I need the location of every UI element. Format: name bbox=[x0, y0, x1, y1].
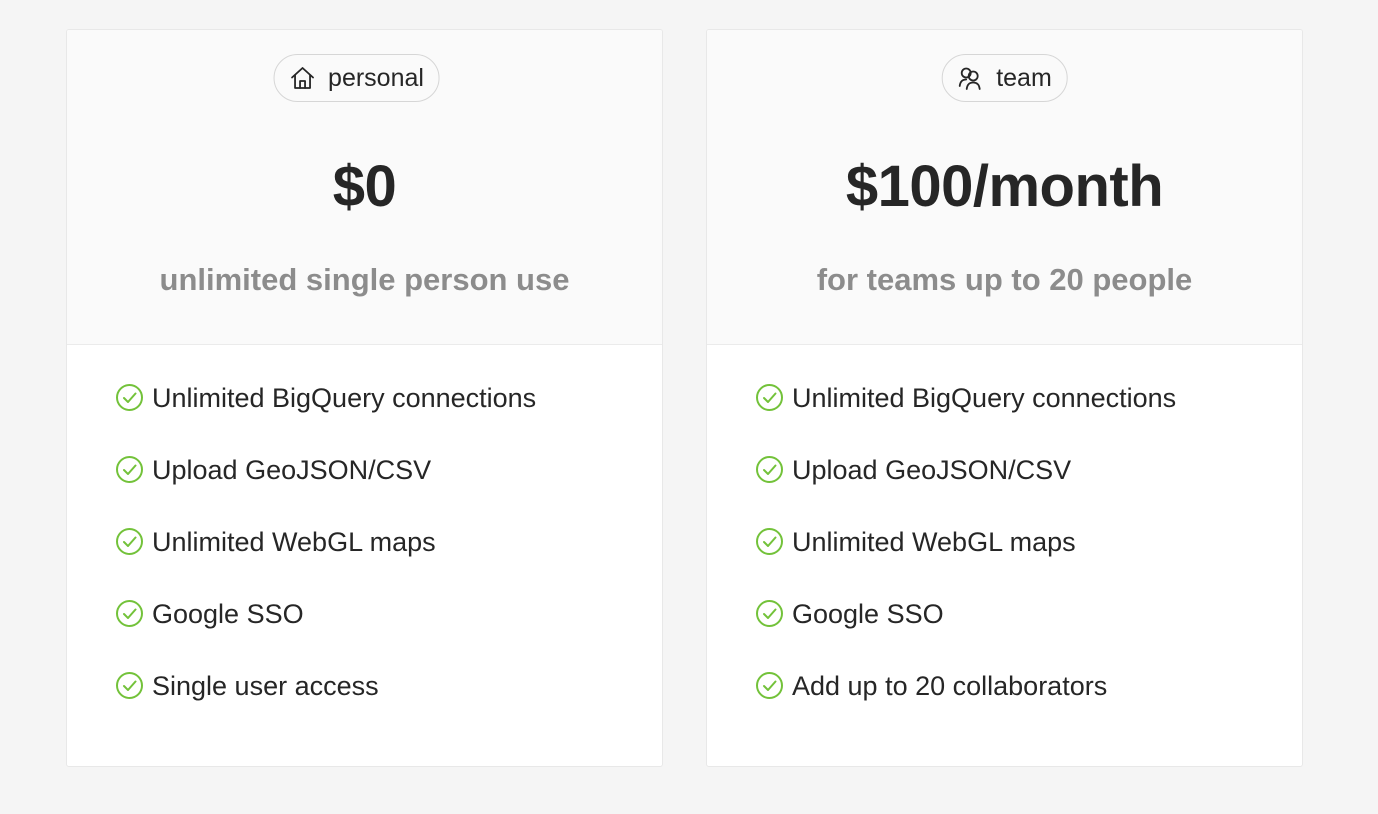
check-circle-icon bbox=[115, 599, 144, 628]
feature-label: Unlimited WebGL maps bbox=[152, 527, 436, 557]
feature-item: Upload GeoJSON/CSV bbox=[115, 451, 642, 523]
plan-tag-label: personal bbox=[328, 63, 424, 92]
feature-label: Unlimited BigQuery connections bbox=[792, 383, 1177, 413]
check-circle-icon bbox=[755, 455, 784, 484]
feature-list: Unlimited BigQuery connections Upload Ge… bbox=[115, 379, 642, 739]
feature-label: Upload GeoJSON/CSV bbox=[152, 455, 432, 485]
check-circle-icon bbox=[755, 383, 784, 412]
plan-tag-personal[interactable]: personal bbox=[273, 54, 440, 102]
feature-item: Add up to 20 collaborators bbox=[755, 667, 1282, 739]
pricing-card-header: personal $0 unlimited single person use bbox=[67, 30, 662, 345]
feature-list: Unlimited BigQuery connections Upload Ge… bbox=[755, 379, 1282, 739]
feature-label: Add up to 20 collaborators bbox=[792, 671, 1108, 701]
check-circle-icon bbox=[755, 671, 784, 700]
home-icon bbox=[288, 64, 316, 92]
feature-label: Unlimited WebGL maps bbox=[792, 527, 1076, 557]
plan-subtitle: for teams up to 20 people bbox=[816, 262, 1193, 297]
check-circle-icon bbox=[115, 383, 144, 412]
feature-item: Google SSO bbox=[115, 595, 642, 667]
feature-item: Google SSO bbox=[755, 595, 1282, 667]
feature-item: Upload GeoJSON/CSV bbox=[755, 451, 1282, 523]
plan-price: $100/month bbox=[845, 154, 1164, 219]
feature-label: Single user access bbox=[152, 671, 379, 701]
pricing-card-personal: personal $0 unlimited single person use … bbox=[66, 29, 663, 767]
feature-label: Upload GeoJSON/CSV bbox=[792, 455, 1072, 485]
plan-subtitle: unlimited single person use bbox=[159, 262, 570, 297]
feature-item: Unlimited BigQuery connections bbox=[755, 379, 1282, 451]
check-circle-icon bbox=[115, 527, 144, 556]
feature-item: Unlimited BigQuery connections bbox=[115, 379, 642, 451]
feature-label: Google SSO bbox=[152, 599, 304, 629]
check-circle-icon bbox=[115, 671, 144, 700]
check-circle-icon bbox=[755, 527, 784, 556]
pricing-card-header: team $100/month for teams up to 20 peopl… bbox=[707, 30, 1302, 345]
feature-item: Unlimited WebGL maps bbox=[115, 523, 642, 595]
plan-tag-team[interactable]: team bbox=[941, 54, 1068, 102]
plan-tag-label: team bbox=[996, 63, 1052, 92]
plan-price: $0 bbox=[332, 154, 397, 219]
users-icon bbox=[956, 64, 984, 92]
feature-label: Unlimited BigQuery connections bbox=[152, 383, 537, 413]
pricing-card-team: team $100/month for teams up to 20 peopl… bbox=[706, 29, 1303, 767]
check-circle-icon bbox=[115, 455, 144, 484]
feature-label: Google SSO bbox=[792, 599, 944, 629]
check-circle-icon bbox=[755, 599, 784, 628]
feature-item: Single user access bbox=[115, 667, 642, 739]
feature-item: Unlimited WebGL maps bbox=[755, 523, 1282, 595]
